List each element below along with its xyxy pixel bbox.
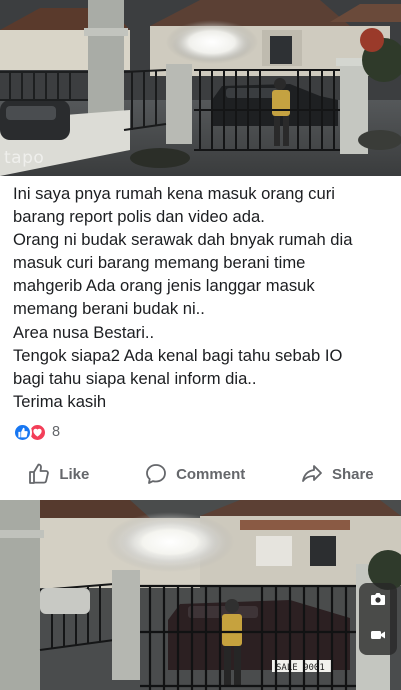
cctv-image-top[interactable]: tapo — [0, 0, 401, 176]
post-line: masuk curi barang memang berani time — [13, 253, 306, 273]
like-icon — [13, 422, 32, 442]
tapo-watermark: tapo — [4, 148, 45, 168]
post-line: Orang ni budak serawak dah bnyak rumah d… — [13, 230, 353, 250]
share-button[interactable]: Share — [300, 462, 374, 486]
comment-button[interactable]: Comment — [144, 462, 245, 486]
comment-bubble-icon — [146, 464, 166, 484]
post-line: bagi tahu siapa kenal inform dia.. — [13, 368, 257, 388]
cctv-scene-evening: SALE 9001 — [0, 500, 401, 690]
video-icon[interactable] — [370, 628, 386, 647]
post-action-bar: Like Comment Share — [0, 455, 401, 493]
post-line: barang report polis dan video ada. — [13, 207, 265, 227]
post-line: memang berani budak ni.. — [13, 299, 205, 319]
media-tools-panel — [359, 583, 397, 655]
like-label: Like — [59, 465, 90, 483]
reactions-summary[interactable]: 8 — [13, 422, 60, 442]
camera-icon[interactable] — [370, 592, 386, 611]
post-line: Terima kasih — [13, 391, 107, 411]
post-line: mahgerib Ada orang jenis langgar masuk — [13, 276, 315, 296]
cctv-scene-night — [0, 0, 401, 176]
post-line: Area nusa Bestari.. — [13, 322, 155, 342]
share-label: Share — [331, 465, 374, 483]
comment-label: Comment — [176, 465, 246, 483]
like-button[interactable]: Like — [27, 462, 89, 486]
share-arrow-icon — [302, 465, 322, 482]
cctv-image-bottom[interactable]: SALE 9001 — [0, 500, 401, 690]
thumbs-up-icon — [29, 463, 50, 484]
reaction-count: 8 — [52, 424, 61, 440]
post-line: Ini saya pnya rumah kena masuk orang cur… — [13, 184, 335, 203]
post-line: Tengok siapa2 Ada kenal bagi tahu sebab … — [13, 345, 343, 365]
post-text: Ini saya pnya rumah kena masuk orang cur… — [13, 182, 397, 413]
